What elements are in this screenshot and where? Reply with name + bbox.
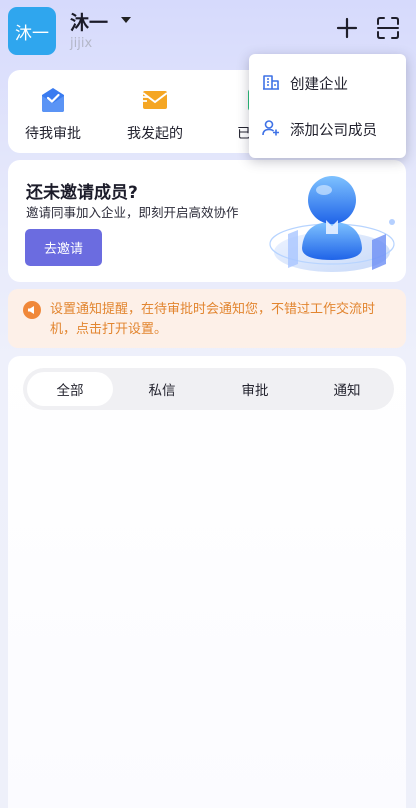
menu-item-create-enterprise[interactable]: 创建企业 — [249, 59, 406, 105]
menu-item-add-member[interactable]: 添加公司成员 — [249, 105, 406, 151]
tab-label: 私信 — [148, 383, 176, 399]
tab-notifications[interactable]: 通知 — [304, 372, 390, 406]
quick-action-pending-approval[interactable]: 待我审批 — [8, 86, 98, 143]
sent-envelope-icon — [141, 91, 168, 109]
invite-description: 邀请同事加入企业，即刻开启高效协作 — [26, 205, 239, 220]
menu-item-label: 添加公司成员 — [290, 123, 377, 139]
add-user-icon — [262, 120, 279, 136]
megaphone-icon — [23, 301, 41, 319]
quick-action-label: 待我审批 — [25, 126, 81, 142]
user-id: jijix — [70, 36, 93, 51]
org-avatar[interactable]: 沐一 — [8, 7, 56, 55]
message-tabs: 全部 私信 审批 通知 — [23, 368, 394, 410]
add-dropdown-menu: 创建企业 添加公司成员 — [249, 54, 406, 158]
caret-down-icon[interactable] — [121, 17, 131, 23]
quick-action-initiated[interactable]: 我发起的 — [110, 86, 200, 143]
quick-action-label: 我发起的 — [127, 126, 183, 142]
tab-approvals[interactable]: 审批 — [212, 372, 298, 406]
tab-label: 审批 — [241, 383, 269, 399]
scan-icon[interactable] — [375, 15, 401, 41]
invite-title: 还未邀请成员? — [26, 183, 138, 203]
tab-label: 全部 — [56, 383, 84, 399]
tab-private-messages[interactable]: 私信 — [119, 372, 205, 406]
notice-text: 设置通知提醒，在待审批时会通知您，不错过工作交流时机，点击打开设置。 — [50, 302, 376, 337]
messages-panel: 全部 私信 审批 通知 — [8, 356, 406, 808]
notification-reminder-banner[interactable]: 设置通知提醒，在待审批时会通知您，不错过工作交流时机，点击打开设置。 — [8, 289, 406, 348]
team-illustration-icon — [269, 176, 395, 272]
plus-icon[interactable] — [334, 15, 360, 41]
building-icon — [263, 75, 279, 90]
invite-button-label: 去邀请 — [43, 242, 83, 257]
menu-item-label: 创建企业 — [290, 77, 348, 93]
avatar-text: 沐一 — [15, 23, 49, 44]
invite-button[interactable]: 去邀请 — [25, 229, 102, 266]
approval-envelope-icon — [42, 88, 64, 112]
user-name[interactable]: 沐一 — [70, 8, 108, 35]
tab-all[interactable]: 全部 — [27, 372, 113, 406]
invite-members-card: 还未邀请成员? 邀请同事加入企业，即刻开启高效协作 去邀请 — [8, 160, 406, 282]
tab-label: 通知 — [333, 383, 361, 399]
